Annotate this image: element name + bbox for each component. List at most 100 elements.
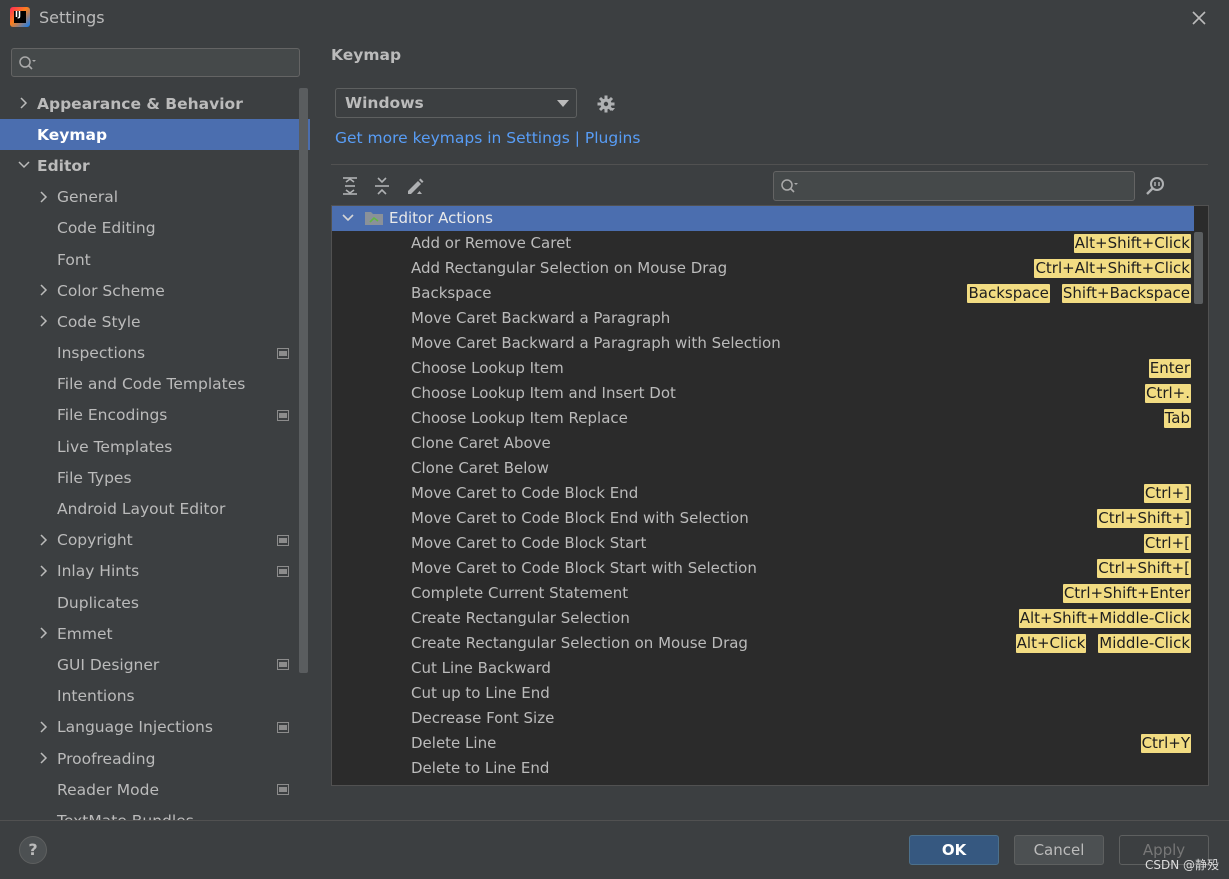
sidebar-item-language-injections[interactable]: Language Injections [0,712,310,743]
action-row-add-or-remove-caret[interactable]: Add or Remove Caret Alt+Shift+Click [332,231,1194,256]
chevron-right-icon[interactable] [38,284,50,296]
action-name: Add Rectangular Selection on Mouse Drag [411,259,728,277]
sidebar-item-live-templates[interactable]: Live Templates [0,431,310,462]
close-icon[interactable] [1190,9,1208,27]
sidebar-item-label: Inlay Hints [57,562,140,581]
shortcut-badge: Ctrl+[ [1143,534,1191,553]
action-row-cut-line-backward[interactable]: Cut Line Backward [332,656,1194,681]
sidebar-scrollbar[interactable] [299,88,308,673]
gear-icon[interactable] [596,94,616,114]
sidebar-item-general[interactable]: General [0,182,310,213]
action-row-decrease-font-size[interactable]: Decrease Font Size [332,706,1194,731]
action-row-complete-current-statement[interactable]: Complete Current Statement Ctrl+Shift+Ent… [332,581,1194,606]
action-name: Backspace [411,284,492,302]
action-row-delete-to-line-end[interactable]: Delete to Line End [332,756,1194,781]
sidebar-item-label: File and Code Templates [57,375,246,394]
action-row-choose-lookup-item[interactable]: Choose Lookup Item Enter [332,356,1194,381]
action-filter-input[interactable] [804,176,1124,197]
action-row-choose-lookup-item-and-insert-dot[interactable]: Choose Lookup Item and Insert Dot Ctrl+. [332,381,1194,406]
help-button[interactable]: ? [19,836,47,864]
sidebar-item-appearance-behavior[interactable]: Appearance & Behavior [0,88,310,119]
action-row-choose-lookup-item-replace[interactable]: Choose Lookup Item Replace Tab [332,406,1194,431]
sidebar-item-font[interactable]: Font [0,244,310,275]
edit-shortcut-icon[interactable] [405,176,425,196]
action-name: Move Caret to Code Block End [411,484,639,502]
action-name: Choose Lookup Item and Insert Dot [411,384,676,402]
sidebar-item-label: Emmet [57,624,113,643]
sidebar-item-label: File Types [57,468,132,487]
action-row-move-caret-to-code-block-start-with-selection[interactable]: Move Caret to Code Block Start with Sele… [332,556,1194,581]
action-row-move-caret-backward-a-paragraph-with-selection[interactable]: Move Caret Backward a Paragraph with Sel… [332,331,1194,356]
shortcut-badge: Tab [1163,409,1191,428]
settings-sidebar: Appearance & Behavior Keymap Editor General… [0,36,310,820]
actions-scrollbar[interactable] [1194,232,1203,304]
chevron-right-icon[interactable] [38,627,50,639]
settings-tree: Appearance & Behavior Keymap Editor General… [0,88,310,820]
get-more-keymaps-link[interactable]: Get more keymaps in Settings | Plugins [335,129,640,147]
chevron-right-icon[interactable] [38,752,50,764]
chevron-right-icon[interactable] [38,721,50,733]
action-row-create-rectangular-selection[interactable]: Create Rectangular Selection Alt+Shift+Mi… [332,606,1194,631]
chevron-right-icon[interactable] [38,565,50,577]
sidebar-item-editor[interactable]: Editor [0,150,310,181]
chevron-right-icon[interactable] [38,534,50,546]
shortcut-badge: Backspace [967,284,1050,303]
action-row-create-rectangular-selection-on-mouse-drag[interactable]: Create Rectangular Selection on Mouse Dr… [332,631,1194,656]
sidebar-item-file-encodings[interactable]: File Encodings [0,400,310,431]
sidebar-item-code-style[interactable]: Code Style [0,306,310,337]
chevron-right-icon[interactable] [38,315,50,327]
shortcut-list: Enter [1148,359,1191,378]
chevron-down-icon[interactable] [342,213,354,223]
chevron-right-icon[interactable] [18,97,30,109]
settings-search-box[interactable] [11,48,300,77]
action-row-move-caret-to-code-block-end[interactable]: Move Caret to Code Block End Ctrl+] [332,481,1194,506]
shortcut-list: Ctrl+Shift+Enter [1062,584,1191,603]
shortcut-badge: Middle-Click [1098,634,1191,653]
find-by-shortcut-icon[interactable] [1145,175,1167,197]
shortcut-badge: Ctrl+Shift+[ [1097,559,1191,578]
sidebar-item-file-and-code-templates[interactable]: File and Code Templates [0,369,310,400]
action-row-backspace[interactable]: Backspace Backspace Shift+Backspace [332,281,1194,306]
ok-button[interactable]: OK [909,835,999,865]
sidebar-item-label: Live Templates [57,437,173,456]
sidebar-item-gui-designer[interactable]: GUI Designer [0,649,310,680]
action-row-move-caret-to-code-block-end-with-selection[interactable]: Move Caret to Code Block End with Select… [332,506,1194,531]
settings-search-input[interactable] [40,52,290,73]
shortcut-list: Tab [1163,409,1191,428]
shortcut-badge: Ctrl+] [1143,484,1191,503]
keymap-panel: Keymap Windows Get more keymaps in Setti… [310,36,1229,820]
sidebar-item-duplicates[interactable]: Duplicates [0,587,310,618]
sidebar-item-copyright[interactable]: Copyright [0,525,310,556]
sidebar-item-textmate-bundles[interactable]: TextMate Bundles [0,805,310,820]
keymap-dropdown[interactable]: Windows [335,88,577,118]
sidebar-item-label: Language Injections [57,718,213,737]
collapse-all-icon[interactable] [372,176,392,196]
chevron-right-icon[interactable] [38,191,50,203]
action-row-clone-caret-below[interactable]: Clone Caret Below [332,456,1194,481]
shortcut-list: Ctrl+[ [1143,534,1191,553]
sidebar-item-emmet[interactable]: Emmet [0,618,310,649]
expand-all-icon[interactable] [340,176,360,196]
search-icon [781,179,798,193]
action-row-move-caret-backward-a-paragraph[interactable]: Move Caret Backward a Paragraph [332,306,1194,331]
action-row-add-rectangular-selection-on-mouse-drag[interactable]: Add Rectangular Selection on Mouse Drag C… [332,256,1194,281]
sidebar-item-inspections[interactable]: Inspections [0,338,310,369]
action-row-move-caret-to-code-block-start[interactable]: Move Caret to Code Block Start Ctrl+[ [332,531,1194,556]
group-row-editor-actions[interactable]: Editor Actions [332,206,1194,231]
sidebar-item-inlay-hints[interactable]: Inlay Hints [0,556,310,587]
sidebar-item-code-editing[interactable]: Code Editing [0,213,310,244]
cancel-button[interactable]: Cancel [1014,835,1104,865]
chevron-down-icon[interactable] [18,159,30,171]
action-row-cut-up-to-line-end[interactable]: Cut up to Line End [332,681,1194,706]
sidebar-item-file-types[interactable]: File Types [0,462,310,493]
action-filter-box[interactable] [773,171,1135,201]
action-row-delete-line[interactable]: Delete Line Ctrl+Y [332,731,1194,756]
sidebar-item-intentions[interactable]: Intentions [0,681,310,712]
sidebar-item-reader-mode[interactable]: Reader Mode [0,774,310,805]
action-row-clone-caret-above[interactable]: Clone Caret Above [332,431,1194,456]
sidebar-item-android-layout-editor[interactable]: Android Layout Editor [0,493,310,524]
sidebar-item-proofreading[interactable]: Proofreading [0,743,310,774]
sidebar-item-keymap[interactable]: Keymap [0,119,310,151]
action-name: Move Caret Backward a Paragraph [411,309,671,327]
sidebar-item-color-scheme[interactable]: Color Scheme [0,275,310,306]
